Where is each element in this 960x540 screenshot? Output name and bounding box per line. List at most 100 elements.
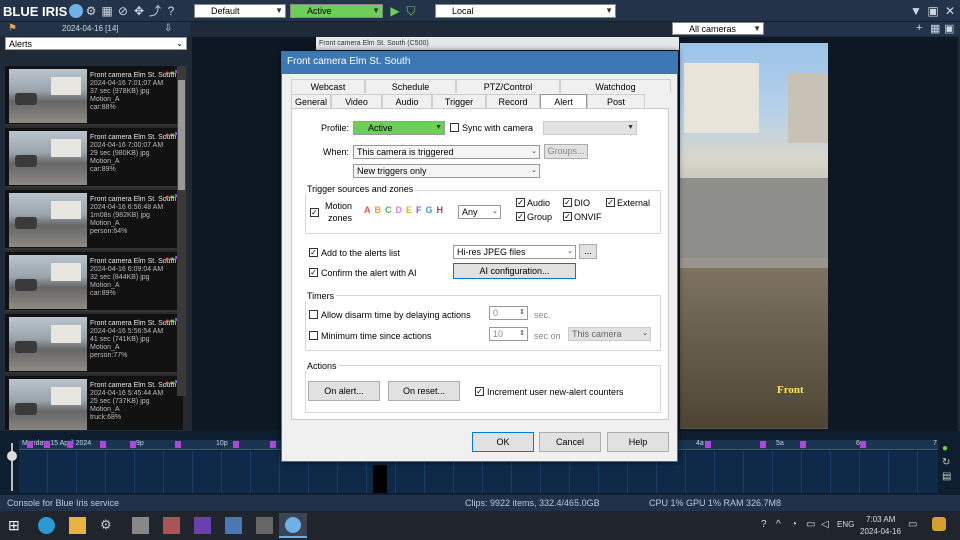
- profile-select[interactable]: Default ▼: [194, 4, 286, 18]
- tab-watchdog[interactable]: Watchdog: [560, 79, 671, 93]
- speaker-icon[interactable]: ◁: [821, 519, 829, 530]
- language-indicator[interactable]: ENG: [837, 520, 854, 529]
- dialog-title[interactable]: Front camera Elm St. South: [282, 52, 677, 74]
- on-alert-button[interactable]: On alert...: [308, 381, 380, 401]
- help-button[interactable]: Help: [607, 432, 669, 452]
- list-item[interactable]: Front camera Elm St. South 2024-04-16 7:0…: [5, 66, 183, 126]
- list-item[interactable]: Front camera Elm St. South 2024-04-16 5:4…: [5, 376, 183, 430]
- alerts-dropdown[interactable]: Alerts ⌄: [5, 37, 187, 50]
- film-icon[interactable]: ▦: [100, 4, 114, 18]
- disarm-time-checkbox[interactable]: [309, 310, 318, 319]
- list-item[interactable]: Front camera Elm St. South 2024-04-16 5:5…: [5, 314, 183, 374]
- dio-checkbox[interactable]: ✓: [563, 198, 572, 207]
- app-icon[interactable]: [225, 517, 242, 534]
- cancel-button[interactable]: Cancel: [539, 432, 601, 452]
- tab-alert[interactable]: Alert: [540, 94, 587, 108]
- new-triggers-dropdown[interactable]: New triggers only ⌄: [353, 164, 540, 178]
- edge-icon[interactable]: [38, 517, 55, 534]
- when-dropdown[interactable]: This camera is triggered ⌄: [353, 145, 540, 159]
- tab-ptz-control[interactable]: PTZ/Control: [456, 79, 560, 93]
- profile-dropdown[interactable]: Active ▼: [353, 121, 445, 135]
- list-item[interactable]: Front camera Elm St. South 2024-04-16 7:0…: [5, 128, 183, 188]
- add-icon[interactable]: +: [916, 22, 922, 34]
- zone-letters[interactable]: A B C D E F G H: [364, 205, 443, 215]
- blue-iris-taskbar-button[interactable]: [279, 513, 307, 538]
- group-checkbox[interactable]: ✓: [516, 212, 525, 221]
- gear-icon[interactable]: ⚙: [84, 4, 98, 18]
- tab-general[interactable]: General: [291, 94, 331, 108]
- tab-video[interactable]: Video: [331, 94, 382, 108]
- live-icon[interactable]: ●: [942, 443, 948, 454]
- download-icon[interactable]: ⇩: [164, 23, 172, 34]
- tab-schedule[interactable]: Schedule: [365, 79, 456, 93]
- restore-icon[interactable]: ▣: [926, 4, 940, 18]
- camera-image[interactable]: Front: [680, 43, 828, 429]
- confirm-ai-checkbox[interactable]: ✓: [309, 268, 318, 277]
- timers-group: [305, 295, 661, 351]
- settings-icon[interactable]: ⚙: [100, 517, 117, 534]
- app-icon[interactable]: [256, 517, 273, 534]
- clock-date[interactable]: 2024-04-16: [860, 527, 901, 536]
- disarm-time-input[interactable]: 0 ⇕: [489, 306, 528, 320]
- play-icon[interactable]: ▶: [388, 4, 402, 18]
- close-icon[interactable]: ✕: [943, 4, 957, 18]
- minimize-icon[interactable]: ▼: [909, 4, 923, 18]
- alerts-scroll-thumb[interactable]: [178, 80, 185, 190]
- ok-button[interactable]: OK: [472, 432, 534, 452]
- on-reset-button[interactable]: On reset...: [388, 381, 460, 401]
- flag-icon[interactable]: ⚑: [8, 23, 17, 34]
- shield-icon[interactable]: ⛉: [404, 4, 418, 18]
- app-tray-icon[interactable]: [932, 517, 946, 531]
- alert-type-more-button[interactable]: ...: [579, 244, 597, 259]
- sync-with-camera-checkbox[interactable]: [450, 123, 459, 132]
- monitor-icon[interactable]: ▭: [806, 519, 815, 530]
- clock-time[interactable]: 7:03 AM: [866, 515, 895, 524]
- app-icon[interactable]: [132, 517, 149, 534]
- tab-trigger[interactable]: Trigger: [432, 94, 486, 108]
- calendar-icon[interactable]: ▤: [942, 471, 951, 482]
- notification-icon[interactable]: ▭: [908, 519, 917, 530]
- move-icon[interactable]: ✥: [132, 4, 146, 18]
- status-select[interactable]: Active ▼: [290, 4, 383, 18]
- add-alerts-checkbox[interactable]: ✓: [309, 248, 318, 257]
- tab-record[interactable]: Record: [486, 94, 540, 108]
- app-icon[interactable]: [194, 517, 211, 534]
- stop-icon[interactable]: ⊘: [116, 4, 130, 18]
- increment-counters-checkbox[interactable]: ✓: [475, 387, 484, 396]
- help-tray-icon[interactable]: ?: [761, 519, 767, 530]
- list-item[interactable]: Front camera Elm St. South 2024-04-16 6:0…: [5, 252, 183, 312]
- audio-checkbox[interactable]: ✓: [516, 198, 525, 207]
- help-icon[interactable]: ?: [164, 4, 178, 18]
- timeline-slider-thumb[interactable]: [7, 451, 17, 461]
- list-item[interactable]: Front camera Elm St. South 2024-04-16 6:5…: [5, 190, 183, 250]
- alert-type-dropdown[interactable]: Hi-res JPEG files ⌄: [453, 245, 576, 259]
- refresh-icon[interactable]: ↻: [942, 457, 950, 468]
- onvif-checkbox[interactable]: ✓: [563, 212, 572, 221]
- chevron-up-icon[interactable]: ^: [776, 519, 781, 530]
- file-explorer-icon[interactable]: [69, 517, 86, 534]
- this-camera-dropdown[interactable]: This camera ⌄: [568, 327, 651, 341]
- tab-post[interactable]: Post: [587, 94, 645, 108]
- tab-webcast[interactable]: Webcast: [291, 79, 365, 93]
- chart-icon[interactable]: ⤴: [148, 4, 162, 18]
- camera-group-select[interactable]: All cameras ▼: [672, 22, 764, 35]
- disarm-time-label: Allow disarm time by delaying actions: [321, 310, 471, 320]
- grid-icon[interactable]: ▦: [930, 22, 940, 35]
- sync-camera-dropdown[interactable]: ▼: [543, 121, 637, 135]
- zone-any-dropdown[interactable]: Any ⌄: [458, 205, 501, 219]
- min-time-checkbox[interactable]: [309, 331, 318, 340]
- alert-tab-panel: Profile: Active ▼ Sync with camera ▼ When…: [291, 108, 669, 420]
- external-checkbox[interactable]: ✓: [606, 198, 615, 207]
- groups-button[interactable]: Groups...: [544, 144, 588, 159]
- timeline-cursor[interactable]: [373, 465, 387, 493]
- windows-start-icon[interactable]: ⊞: [8, 517, 25, 534]
- app-icon[interactable]: [163, 517, 180, 534]
- ai-configuration-button[interactable]: AI configuration...: [453, 263, 576, 279]
- layout-icon[interactable]: ▣: [944, 22, 954, 35]
- alerts-list[interactable]: Front camera Elm St. South 2024-04-16 7:0…: [5, 66, 188, 430]
- tab-audio[interactable]: Audio: [382, 94, 432, 108]
- min-time-input[interactable]: 10 ⇕: [489, 327, 528, 341]
- motion-zones-checkbox[interactable]: ✓: [310, 208, 319, 217]
- local-select[interactable]: Local ▼: [435, 4, 616, 18]
- wifi-icon[interactable]: ◔: [791, 519, 797, 530]
